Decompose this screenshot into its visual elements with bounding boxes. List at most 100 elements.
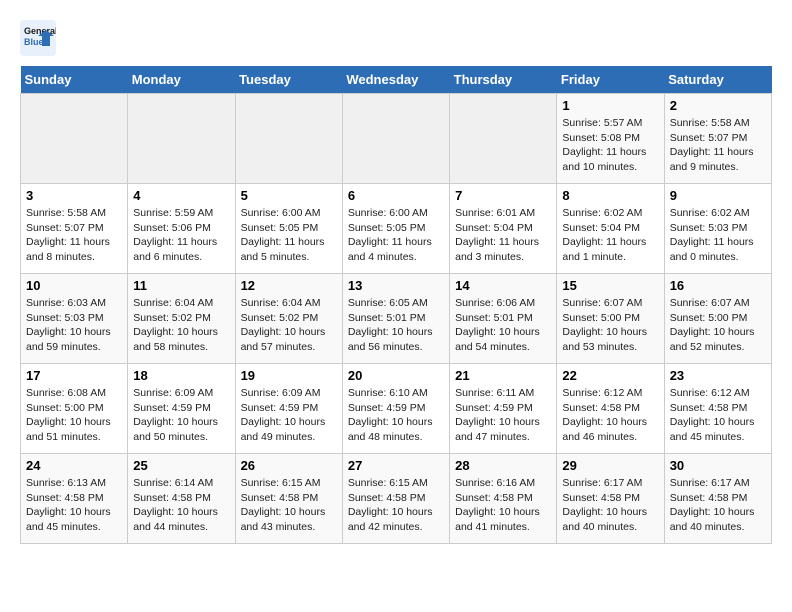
cell-content: Sunrise: 6:06 AM Sunset: 5:01 PM Dayligh… [455, 296, 551, 355]
day-number: 22 [562, 368, 658, 383]
calendar-cell: 7 Sunrise: 6:01 AM Sunset: 5:04 PM Dayli… [450, 184, 557, 274]
day-number: 26 [241, 458, 337, 473]
calendar-cell: 22 Sunrise: 6:12 AM Sunset: 4:58 PM Dayl… [557, 364, 664, 454]
calendar-cell: 4 Sunrise: 5:59 AM Sunset: 5:06 PM Dayli… [128, 184, 235, 274]
logo-icon: General Blue [20, 20, 56, 56]
day-number: 29 [562, 458, 658, 473]
cell-content: Sunrise: 6:00 AM Sunset: 5:05 PM Dayligh… [348, 206, 444, 265]
day-number: 5 [241, 188, 337, 203]
calendar-cell [235, 94, 342, 184]
calendar-cell: 21 Sunrise: 6:11 AM Sunset: 4:59 PM Dayl… [450, 364, 557, 454]
page-header: General Blue [20, 20, 772, 56]
calendar-cell: 19 Sunrise: 6:09 AM Sunset: 4:59 PM Dayl… [235, 364, 342, 454]
calendar-cell: 30 Sunrise: 6:17 AM Sunset: 4:58 PM Dayl… [664, 454, 771, 544]
calendar-cell: 18 Sunrise: 6:09 AM Sunset: 4:59 PM Dayl… [128, 364, 235, 454]
cell-content: Sunrise: 5:58 AM Sunset: 5:07 PM Dayligh… [26, 206, 122, 265]
cell-content: Sunrise: 6:12 AM Sunset: 4:58 PM Dayligh… [562, 386, 658, 445]
calendar-cell: 2 Sunrise: 5:58 AM Sunset: 5:07 PM Dayli… [664, 94, 771, 184]
day-number: 16 [670, 278, 766, 293]
calendar-cell: 9 Sunrise: 6:02 AM Sunset: 5:03 PM Dayli… [664, 184, 771, 274]
calendar-cell [21, 94, 128, 184]
cell-content: Sunrise: 6:00 AM Sunset: 5:05 PM Dayligh… [241, 206, 337, 265]
header-row: SundayMondayTuesdayWednesdayThursdayFrid… [21, 66, 772, 94]
day-header-sunday: Sunday [21, 66, 128, 94]
cell-content: Sunrise: 6:02 AM Sunset: 5:03 PM Dayligh… [670, 206, 766, 265]
calendar-cell: 20 Sunrise: 6:10 AM Sunset: 4:59 PM Dayl… [342, 364, 449, 454]
calendar-cell: 25 Sunrise: 6:14 AM Sunset: 4:58 PM Dayl… [128, 454, 235, 544]
cell-content: Sunrise: 6:09 AM Sunset: 4:59 PM Dayligh… [241, 386, 337, 445]
day-number: 14 [455, 278, 551, 293]
cell-content: Sunrise: 6:15 AM Sunset: 4:58 PM Dayligh… [348, 476, 444, 535]
cell-content: Sunrise: 6:12 AM Sunset: 4:58 PM Dayligh… [670, 386, 766, 445]
calendar-cell [450, 94, 557, 184]
calendar-cell [342, 94, 449, 184]
day-number: 27 [348, 458, 444, 473]
calendar-week-1: 1 Sunrise: 5:57 AM Sunset: 5:08 PM Dayli… [21, 94, 772, 184]
cell-content: Sunrise: 6:14 AM Sunset: 4:58 PM Dayligh… [133, 476, 229, 535]
day-number: 11 [133, 278, 229, 293]
day-number: 4 [133, 188, 229, 203]
day-number: 17 [26, 368, 122, 383]
calendar-cell: 8 Sunrise: 6:02 AM Sunset: 5:04 PM Dayli… [557, 184, 664, 274]
day-number: 2 [670, 98, 766, 113]
calendar-cell: 1 Sunrise: 5:57 AM Sunset: 5:08 PM Dayli… [557, 94, 664, 184]
calendar-cell: 23 Sunrise: 6:12 AM Sunset: 4:58 PM Dayl… [664, 364, 771, 454]
cell-content: Sunrise: 5:59 AM Sunset: 5:06 PM Dayligh… [133, 206, 229, 265]
day-number: 1 [562, 98, 658, 113]
day-number: 24 [26, 458, 122, 473]
cell-content: Sunrise: 6:11 AM Sunset: 4:59 PM Dayligh… [455, 386, 551, 445]
calendar-cell: 24 Sunrise: 6:13 AM Sunset: 4:58 PM Dayl… [21, 454, 128, 544]
day-number: 19 [241, 368, 337, 383]
cell-content: Sunrise: 6:17 AM Sunset: 4:58 PM Dayligh… [670, 476, 766, 535]
calendar-cell: 29 Sunrise: 6:17 AM Sunset: 4:58 PM Dayl… [557, 454, 664, 544]
cell-content: Sunrise: 6:07 AM Sunset: 5:00 PM Dayligh… [562, 296, 658, 355]
calendar-cell: 5 Sunrise: 6:00 AM Sunset: 5:05 PM Dayli… [235, 184, 342, 274]
calendar-cell: 13 Sunrise: 6:05 AM Sunset: 5:01 PM Dayl… [342, 274, 449, 364]
day-number: 10 [26, 278, 122, 293]
day-number: 8 [562, 188, 658, 203]
cell-content: Sunrise: 6:16 AM Sunset: 4:58 PM Dayligh… [455, 476, 551, 535]
calendar-cell: 26 Sunrise: 6:15 AM Sunset: 4:58 PM Dayl… [235, 454, 342, 544]
calendar-cell: 15 Sunrise: 6:07 AM Sunset: 5:00 PM Dayl… [557, 274, 664, 364]
calendar-cell: 16 Sunrise: 6:07 AM Sunset: 5:00 PM Dayl… [664, 274, 771, 364]
logo: General Blue [20, 20, 62, 56]
day-header-thursday: Thursday [450, 66, 557, 94]
cell-content: Sunrise: 6:08 AM Sunset: 5:00 PM Dayligh… [26, 386, 122, 445]
calendar-cell: 3 Sunrise: 5:58 AM Sunset: 5:07 PM Dayli… [21, 184, 128, 274]
day-number: 15 [562, 278, 658, 293]
cell-content: Sunrise: 6:17 AM Sunset: 4:58 PM Dayligh… [562, 476, 658, 535]
cell-content: Sunrise: 5:58 AM Sunset: 5:07 PM Dayligh… [670, 116, 766, 175]
cell-content: Sunrise: 6:07 AM Sunset: 5:00 PM Dayligh… [670, 296, 766, 355]
cell-content: Sunrise: 6:13 AM Sunset: 4:58 PM Dayligh… [26, 476, 122, 535]
day-header-wednesday: Wednesday [342, 66, 449, 94]
cell-content: Sunrise: 6:10 AM Sunset: 4:59 PM Dayligh… [348, 386, 444, 445]
day-number: 20 [348, 368, 444, 383]
svg-text:Blue: Blue [24, 37, 44, 47]
cell-content: Sunrise: 6:01 AM Sunset: 5:04 PM Dayligh… [455, 206, 551, 265]
calendar-cell: 14 Sunrise: 6:06 AM Sunset: 5:01 PM Dayl… [450, 274, 557, 364]
calendar-cell: 27 Sunrise: 6:15 AM Sunset: 4:58 PM Dayl… [342, 454, 449, 544]
day-number: 25 [133, 458, 229, 473]
cell-content: Sunrise: 6:05 AM Sunset: 5:01 PM Dayligh… [348, 296, 444, 355]
calendar-week-2: 3 Sunrise: 5:58 AM Sunset: 5:07 PM Dayli… [21, 184, 772, 274]
cell-content: Sunrise: 6:15 AM Sunset: 4:58 PM Dayligh… [241, 476, 337, 535]
calendar-cell: 11 Sunrise: 6:04 AM Sunset: 5:02 PM Dayl… [128, 274, 235, 364]
calendar-cell: 6 Sunrise: 6:00 AM Sunset: 5:05 PM Dayli… [342, 184, 449, 274]
day-number: 30 [670, 458, 766, 473]
day-header-friday: Friday [557, 66, 664, 94]
cell-content: Sunrise: 6:09 AM Sunset: 4:59 PM Dayligh… [133, 386, 229, 445]
day-header-tuesday: Tuesday [235, 66, 342, 94]
day-number: 13 [348, 278, 444, 293]
day-number: 6 [348, 188, 444, 203]
cell-content: Sunrise: 6:02 AM Sunset: 5:04 PM Dayligh… [562, 206, 658, 265]
cell-content: Sunrise: 5:57 AM Sunset: 5:08 PM Dayligh… [562, 116, 658, 175]
day-number: 7 [455, 188, 551, 203]
day-number: 3 [26, 188, 122, 203]
day-number: 18 [133, 368, 229, 383]
calendar-cell: 17 Sunrise: 6:08 AM Sunset: 5:00 PM Dayl… [21, 364, 128, 454]
calendar-week-5: 24 Sunrise: 6:13 AM Sunset: 4:58 PM Dayl… [21, 454, 772, 544]
day-number: 21 [455, 368, 551, 383]
day-header-monday: Monday [128, 66, 235, 94]
calendar-cell: 28 Sunrise: 6:16 AM Sunset: 4:58 PM Dayl… [450, 454, 557, 544]
calendar-table: SundayMondayTuesdayWednesdayThursdayFrid… [20, 66, 772, 544]
